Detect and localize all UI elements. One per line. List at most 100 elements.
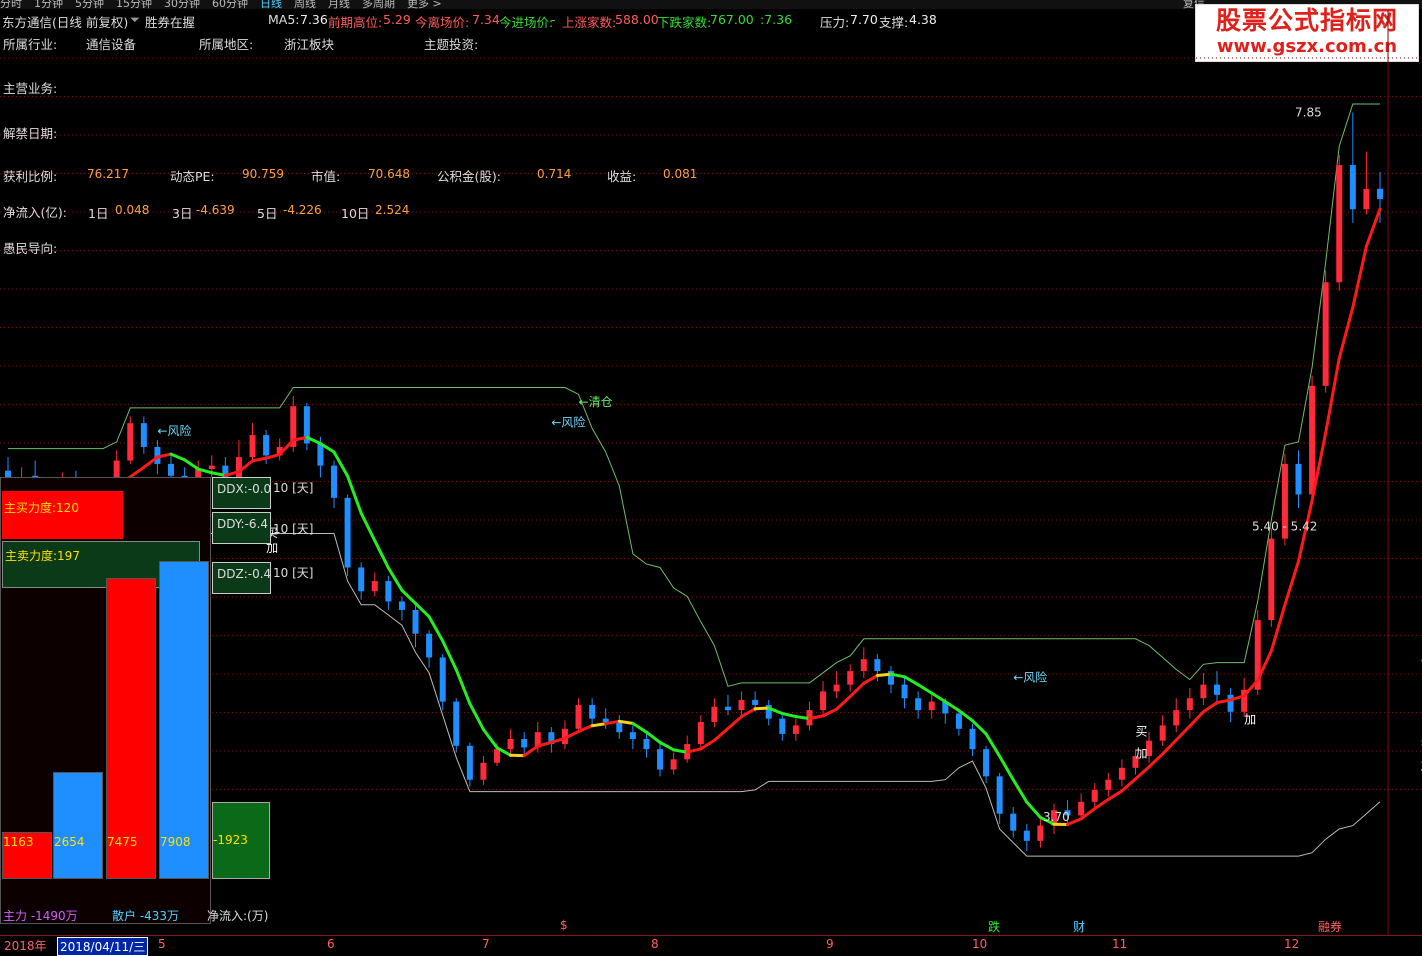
candle-body [440,657,446,701]
candle-body [1295,464,1301,495]
ma-line-segment [619,721,633,723]
profit-ratio-value: 76.217 [87,167,129,181]
reserve-label: 公积金(股): [437,166,501,185]
ma-line-segment [714,728,728,740]
pe-value: 90.759 [242,167,284,181]
candle-body [1268,539,1274,621]
market-cap-label: 市值: [311,166,340,185]
candle-body [209,466,215,469]
ma-line-segment [728,717,742,729]
candlestick-chart[interactable]: ←风险加买加←风险←清仓←风险买加←清仓←风险加买加←清仓←风险买加←风险←狙击… [0,0,1422,935]
current-date: 2018/04/11/三 [57,937,148,956]
candle-body [1323,282,1329,386]
event-marker[interactable]: 跌 [988,918,1000,935]
candle-body [671,759,677,769]
ma-line-segment [483,729,497,747]
event-marker[interactable]: 财 [1073,918,1085,935]
candle-body [236,457,242,477]
candle-body [711,707,717,722]
ma-line-segment [850,683,864,696]
buy-force-label: 主买力度: [4,501,56,515]
netflow-label: 净流入(亿): [3,202,67,221]
candle-body [902,685,908,699]
ma-line-segment [592,724,606,726]
ma-line-segment [130,467,144,477]
ma-line-segment [1339,307,1353,358]
candle-body [521,739,527,747]
ma-line-segment [1135,767,1149,779]
ddz-days: 10 [天] [273,564,313,581]
business-label: 主营业务: [3,78,57,97]
ma-line-segment [633,723,647,732]
candle-body [413,610,419,634]
candle-body [1173,710,1179,725]
ma-line-segment [796,717,810,719]
event-marker[interactable]: $ [560,918,568,932]
reserve-value: 0.714 [537,167,571,181]
ma-line-segment [782,714,796,717]
netflow-1d-value: 0.048 [115,203,149,217]
net-inflow-label: 净流入:(万) [207,907,268,924]
month-tick: 12 [1284,937,1299,951]
theme-label: 主题投资: [424,34,478,53]
price-label: 5.40 - 5.42 [1252,520,1317,534]
ma-line-segment [1366,209,1380,246]
ma-line-segment [361,513,375,541]
netflow-10d-value: 2.524 [375,203,409,217]
ma-line-segment [918,685,932,693]
candle-body [915,698,921,710]
unlock-date-label: 解禁日期: [3,123,57,142]
flow-bar: 1163 [2,832,52,879]
ma-line-segment [1013,780,1027,802]
ma-line-segment [375,541,389,568]
candle-body [426,634,432,658]
ma-line-segment [171,454,185,460]
candle-body [1078,802,1084,816]
ma-line-segment [524,746,538,756]
ma-line-segment [905,677,919,685]
ddy-box: DDY:-6.4 [212,512,271,544]
candle-body [263,435,269,455]
candle-body [956,714,962,729]
ma-line-segment [932,693,946,701]
ma-line-segment [470,704,484,730]
signal-label: 加 [1244,713,1256,727]
candle-body [779,719,785,734]
candle-body [834,685,840,692]
month-tick: 7 [482,937,490,951]
candle-body [657,749,663,769]
candle-body [480,763,486,780]
main-force-label: 主力 -1490万 [3,907,78,924]
ddy-days: 10 [天] [273,520,313,537]
candle-body [630,732,636,739]
industry-value: 通信设备 [86,34,136,53]
ma-line-segment [253,458,267,461]
ma-line-segment [185,460,199,469]
ma-line-segment [1163,740,1177,754]
money-flow-panel: 主买力度:120 主卖力度:197 1163265474757908-1923 [0,477,211,924]
signal-label: ←清仓 [579,395,613,409]
month-tick: 8 [651,937,659,951]
event-marker[interactable]: 融券 [1318,918,1342,935]
ma-line-segment [755,708,769,709]
region-value: 浙江板块 [284,34,334,53]
candle-body [616,722,622,732]
price-label: 3.70 [1043,810,1070,824]
signal-label: 加 [1135,747,1147,761]
candle-body [399,601,405,609]
candle-body [1377,189,1383,199]
flow-bar: 7475 [106,578,156,879]
ma-line-segment [877,674,891,675]
candle-body [752,700,758,705]
candle-body [494,749,500,763]
netflow-1d-label: 1日 [88,203,108,222]
pe-label: 动态PE: [170,166,215,185]
netflow-3d-label: 3日 [172,203,192,222]
candle-body [793,725,799,733]
candle-body [983,749,989,776]
ddx-box: DDX:-0.0 [212,477,271,509]
signal-label: ←风险 [551,415,585,430]
candle-body [929,702,935,710]
candle-body [576,705,582,729]
region-label: 所属地区: [199,34,253,53]
